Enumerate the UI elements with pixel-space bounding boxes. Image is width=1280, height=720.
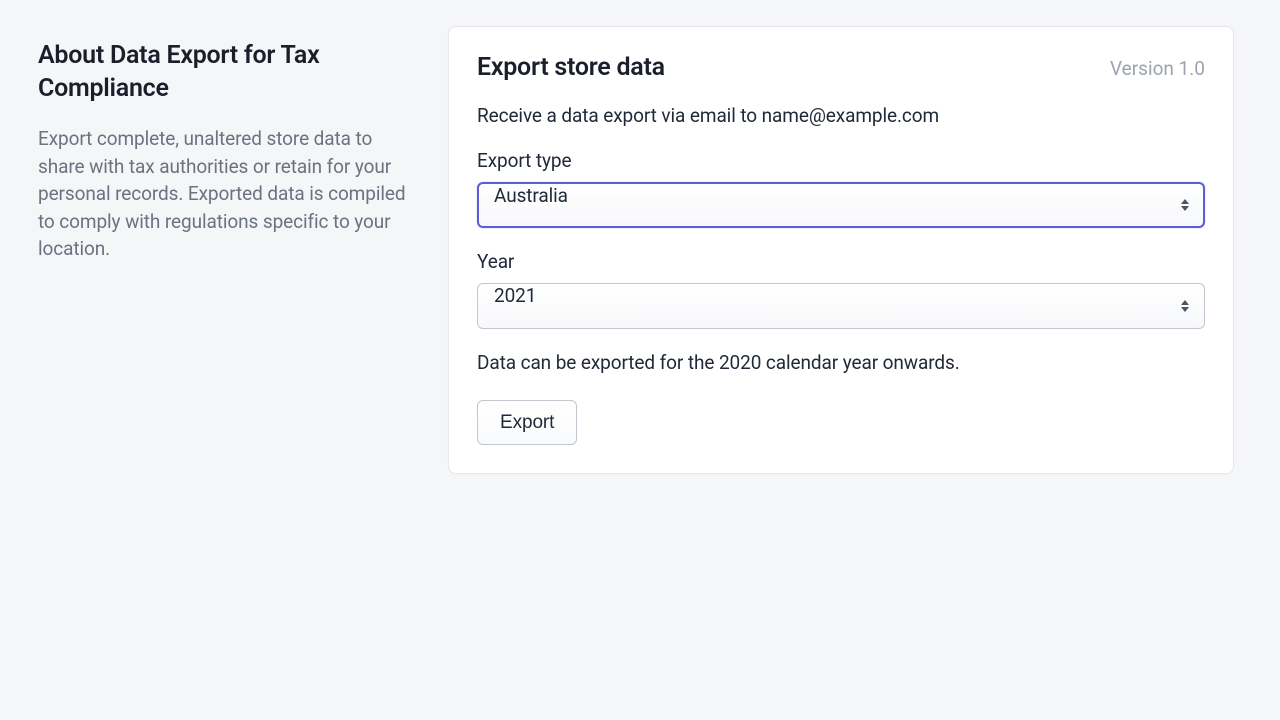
year-label: Year xyxy=(477,250,1205,273)
version-label: Version 1.0 xyxy=(1110,57,1205,80)
export-type-select-wrap: Australia xyxy=(477,182,1205,228)
card-header: Export store data Version 1.0 xyxy=(477,53,1205,82)
year-select-wrap: 2021 xyxy=(477,283,1205,329)
export-type-select[interactable]: Australia xyxy=(477,182,1205,228)
export-button[interactable]: Export xyxy=(477,400,577,445)
sidebar-title: About Data Export for Tax Compliance xyxy=(38,40,418,105)
intro-text: Receive a data export via email to name@… xyxy=(477,104,1205,127)
export-type-label: Export type xyxy=(477,149,1205,172)
card-title: Export store data xyxy=(477,53,665,82)
sidebar-description: Export complete, unaltered store data to… xyxy=(38,125,418,263)
helper-text: Data can be exported for the 2020 calend… xyxy=(477,351,1205,374)
export-card: Export store data Version 1.0 Receive a … xyxy=(448,26,1234,474)
year-select[interactable]: 2021 xyxy=(477,283,1205,329)
sidebar: About Data Export for Tax Compliance Exp… xyxy=(38,26,418,474)
